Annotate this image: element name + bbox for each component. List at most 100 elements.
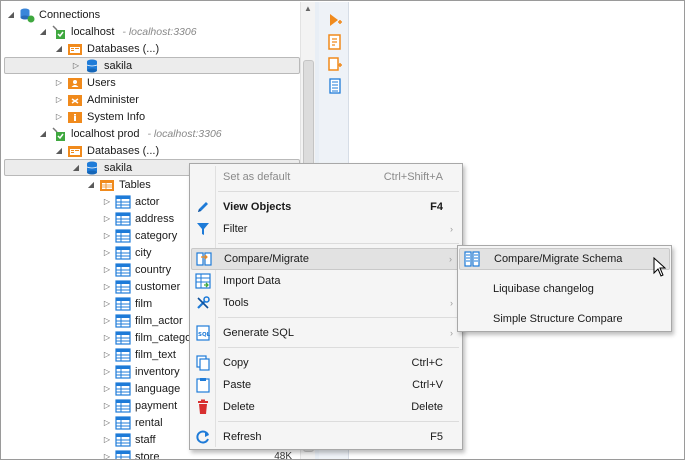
tree-node-databases[interactable]: ◢ Databases (...) — [54, 142, 300, 159]
tree-label: category — [135, 229, 178, 242]
database-icon — [84, 58, 100, 74]
tree-node-sakila-selected[interactable]: ▷ sakila — [4, 57, 300, 74]
tree-node-connections[interactable]: ◢ Connections — [6, 6, 300, 23]
tree-node-localhost[interactable]: ◢ localhost - localhost:3306 — [38, 23, 300, 40]
menu-label: Delete — [223, 401, 255, 413]
system-info-folder-icon — [67, 109, 83, 125]
expand-arrow-icon[interactable]: ▷ — [54, 95, 64, 105]
import-icon — [195, 273, 211, 289]
menu-item-compare-migrate[interactable]: Compare/Migrate › — [191, 248, 461, 270]
expand-arrow-icon[interactable]: ▷ — [102, 350, 112, 360]
tree-label: Connections — [39, 8, 101, 21]
expand-arrow-icon[interactable]: ▷ — [102, 248, 112, 258]
menu-separator — [218, 347, 459, 348]
menu-shortcut: Ctrl+Shift+A — [383, 171, 443, 183]
menu-shortcut: Ctrl+C — [411, 357, 443, 369]
connection-active-icon — [51, 126, 67, 142]
expand-arrow-icon[interactable]: ▷ — [102, 214, 112, 224]
submenu-item-liquibase[interactable]: Liquibase changelog — [459, 278, 670, 300]
expand-arrow-icon[interactable]: ▷ — [102, 384, 112, 394]
expand-arrow-icon[interactable]: ▷ — [102, 435, 112, 445]
menu-item-paste[interactable]: Paste Ctrl+V — [191, 374, 461, 396]
tree-label: localhost prod — [71, 127, 140, 140]
table-icon — [115, 364, 131, 380]
collapse-arrow-icon[interactable]: ◢ — [86, 180, 96, 190]
expand-arrow-icon[interactable]: ▷ — [102, 333, 112, 343]
administer-folder-icon — [67, 92, 83, 108]
users-folder-icon — [67, 75, 83, 91]
expand-arrow-icon[interactable]: ▷ — [102, 452, 112, 459]
menu-label: Compare/Migrate — [224, 253, 309, 265]
run-script-button[interactable] — [327, 12, 343, 28]
collapse-arrow-icon[interactable]: ◢ — [6, 10, 16, 20]
menu-item-delete[interactable]: Delete Delete — [191, 396, 461, 418]
menu-item-set-default: Set as default Ctrl+Shift+A — [191, 166, 461, 188]
submenu-label: Compare/Migrate Schema — [494, 253, 623, 265]
expand-arrow-icon[interactable]: ▷ — [102, 282, 112, 292]
expand-arrow-icon[interactable]: ▷ — [102, 367, 112, 377]
menu-separator — [218, 191, 459, 192]
expand-arrow-icon[interactable]: ▷ — [71, 61, 81, 71]
compare-icon — [196, 251, 212, 267]
table-icon — [115, 449, 131, 459]
collapse-arrow-icon[interactable]: ◢ — [54, 44, 64, 54]
tree-label: customer — [135, 280, 181, 293]
menu-item-refresh[interactable]: Refresh F5 — [191, 426, 461, 448]
submenu-item-simple-compare[interactable]: Simple Structure Compare — [459, 308, 670, 330]
tree-node-databases[interactable]: ◢ Databases (...) — [54, 40, 300, 57]
expand-arrow-icon[interactable]: ▷ — [54, 112, 64, 122]
expand-arrow-icon[interactable]: ▷ — [102, 231, 112, 241]
context-menu: Set as default Ctrl+Shift+A View Objects… — [189, 163, 463, 450]
menu-shortcut: F4 — [430, 201, 443, 213]
tree-label: store — [135, 450, 160, 460]
tree-label: film — [135, 297, 153, 310]
paste-icon — [195, 377, 211, 393]
tree-label: Databases (...) — [87, 144, 160, 157]
tree-node-localhost-prod[interactable]: ◢ localhost prod - localhost:3306 — [38, 125, 300, 142]
expand-arrow-icon[interactable]: ▷ — [54, 78, 64, 88]
menu-item-filter[interactable]: Filter › — [191, 218, 461, 240]
table-icon — [115, 262, 131, 278]
sql-icon: SQL — [195, 325, 211, 341]
menu-item-tools[interactable]: Tools › — [191, 292, 461, 314]
expand-arrow-icon[interactable]: ▷ — [102, 401, 112, 411]
submenu-arrow-icon: › — [450, 298, 453, 308]
tree-node-administer[interactable]: ▷ Administer — [54, 91, 300, 108]
collapse-arrow-icon[interactable]: ◢ — [38, 27, 48, 37]
tree-label: film_actor — [135, 314, 183, 327]
script-add-button[interactable] — [327, 56, 343, 72]
scroll-up-arrow-icon[interactable]: ▲ — [304, 4, 312, 13]
schema-compare-icon — [464, 251, 480, 267]
expand-arrow-icon[interactable]: ▷ — [102, 299, 112, 309]
expand-arrow-icon[interactable]: ▷ — [102, 418, 112, 428]
menu-label: View Objects — [223, 201, 292, 213]
menu-item-import-data[interactable]: Import Data — [191, 270, 461, 292]
collapse-arrow-icon[interactable]: ◢ — [38, 129, 48, 139]
tree-label: city — [135, 246, 152, 259]
tree-label: staff — [135, 433, 156, 446]
tree-label: film_text — [135, 348, 176, 361]
menu-label: Copy — [223, 357, 249, 369]
tree-label: inventory — [135, 365, 180, 378]
expand-arrow-icon[interactable]: ▷ — [102, 265, 112, 275]
tree-label: country — [135, 263, 172, 276]
expand-arrow-icon[interactable]: ▷ — [102, 316, 112, 326]
submenu-item-compare-schema[interactable]: Compare/Migrate Schema — [459, 248, 670, 270]
collapse-arrow-icon[interactable]: ◢ — [54, 146, 64, 156]
sql-editor-button[interactable] — [327, 34, 343, 50]
collapse-arrow-icon[interactable]: ◢ — [71, 163, 81, 173]
mouse-cursor-icon — [653, 257, 667, 277]
menu-item-view-objects[interactable]: View Objects F4 — [191, 196, 461, 218]
connection-active-icon — [51, 24, 67, 40]
tree-node-system-info[interactable]: ▷ System Info — [54, 108, 300, 125]
connections-icon — [19, 7, 35, 23]
table-icon — [115, 398, 131, 414]
tree-node-users[interactable]: ▷ Users — [54, 74, 300, 91]
menu-shortcut: F5 — [430, 431, 443, 443]
table-icon — [115, 211, 131, 227]
expand-arrow-icon[interactable]: ▷ — [102, 197, 112, 207]
menu-item-copy[interactable]: Copy Ctrl+C — [191, 352, 461, 374]
table-data-button[interactable] — [327, 78, 343, 94]
menu-shortcut: Delete — [411, 401, 443, 413]
menu-item-generate-sql[interactable]: SQL Generate SQL › — [191, 322, 461, 344]
